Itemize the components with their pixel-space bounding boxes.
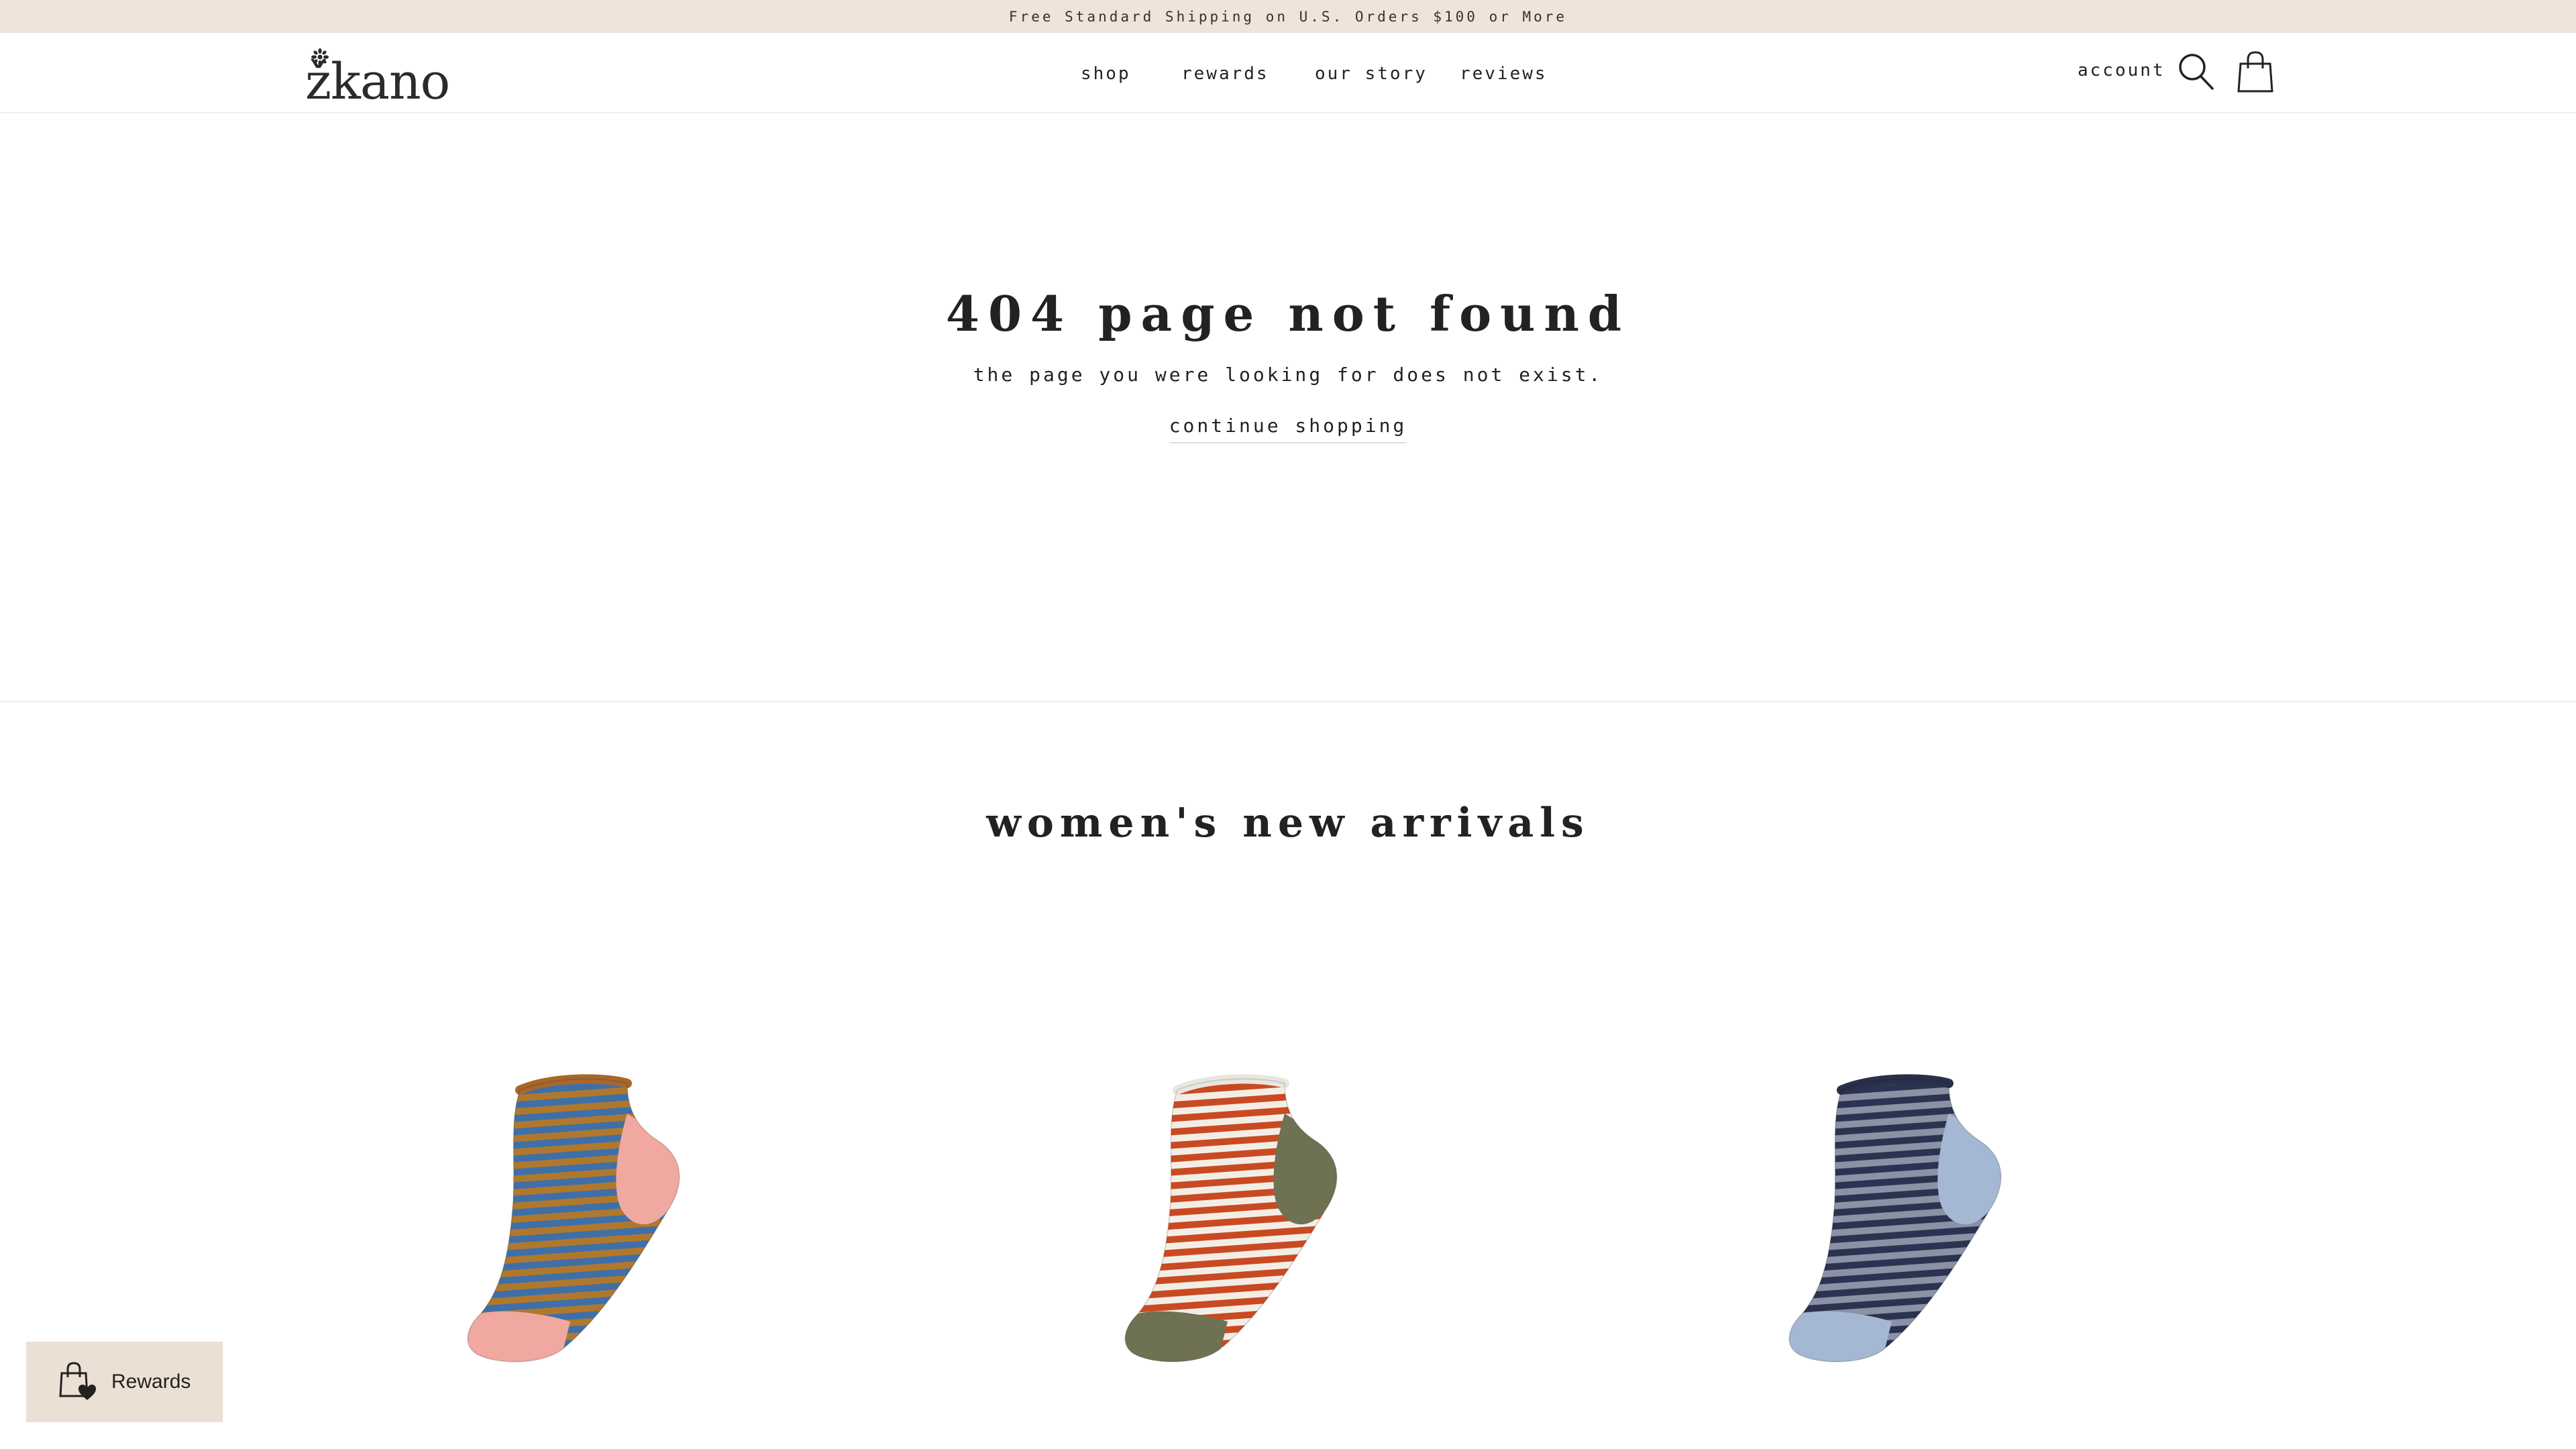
page-title: 404 page not found xyxy=(945,285,1631,342)
product-card[interactable] xyxy=(1093,1046,1496,1449)
account-link[interactable]: account xyxy=(2078,60,2165,80)
shopping-bag-heart-icon xyxy=(59,1362,96,1400)
nav-reviews[interactable]: reviews xyxy=(1460,64,1548,84)
page-subtitle: the page you were looking for does not e… xyxy=(973,364,1603,386)
cart-button[interactable] xyxy=(2237,50,2274,93)
nav-rewards[interactable]: rewards xyxy=(1181,64,1269,84)
product-image xyxy=(1788,1074,2002,1362)
rewards-label: Rewards xyxy=(111,1371,191,1393)
nav-our-story[interactable]: our story xyxy=(1315,64,1428,84)
continue-shopping-link[interactable]: continue shopping xyxy=(1169,415,1407,443)
product-card[interactable] xyxy=(436,1046,839,1449)
arrivals-heading: women's new arrivals xyxy=(986,800,1590,847)
sock-heel xyxy=(616,1114,680,1225)
rewards-launcher[interactable]: Rewards xyxy=(26,1342,223,1422)
continue-wrap: continue shopping xyxy=(0,415,2576,443)
product-image xyxy=(1124,1074,1338,1362)
product-image xyxy=(467,1074,680,1362)
shopping-bag-icon xyxy=(2237,51,2273,93)
product-card[interactable] xyxy=(1758,1046,2160,1449)
sock-heel xyxy=(1273,1114,1337,1225)
search-icon xyxy=(2179,54,2214,90)
sock-body xyxy=(1789,1079,2001,1362)
announcement-bar: Free Standard Shipping on U.S. Orders $1… xyxy=(0,0,2576,33)
nav-shop[interactable]: shop xyxy=(1081,64,1131,84)
announcement-text: Free Standard Shipping on U.S. Orders $1… xyxy=(1008,8,1568,25)
sock-body xyxy=(468,1079,680,1362)
sock-heel xyxy=(1937,1114,2001,1225)
sock-body xyxy=(1125,1079,1337,1362)
site-header: žkano shop rewards our story reviews acc… xyxy=(0,33,2576,113)
section-divider xyxy=(0,701,2576,702)
search-button[interactable] xyxy=(2178,52,2215,91)
